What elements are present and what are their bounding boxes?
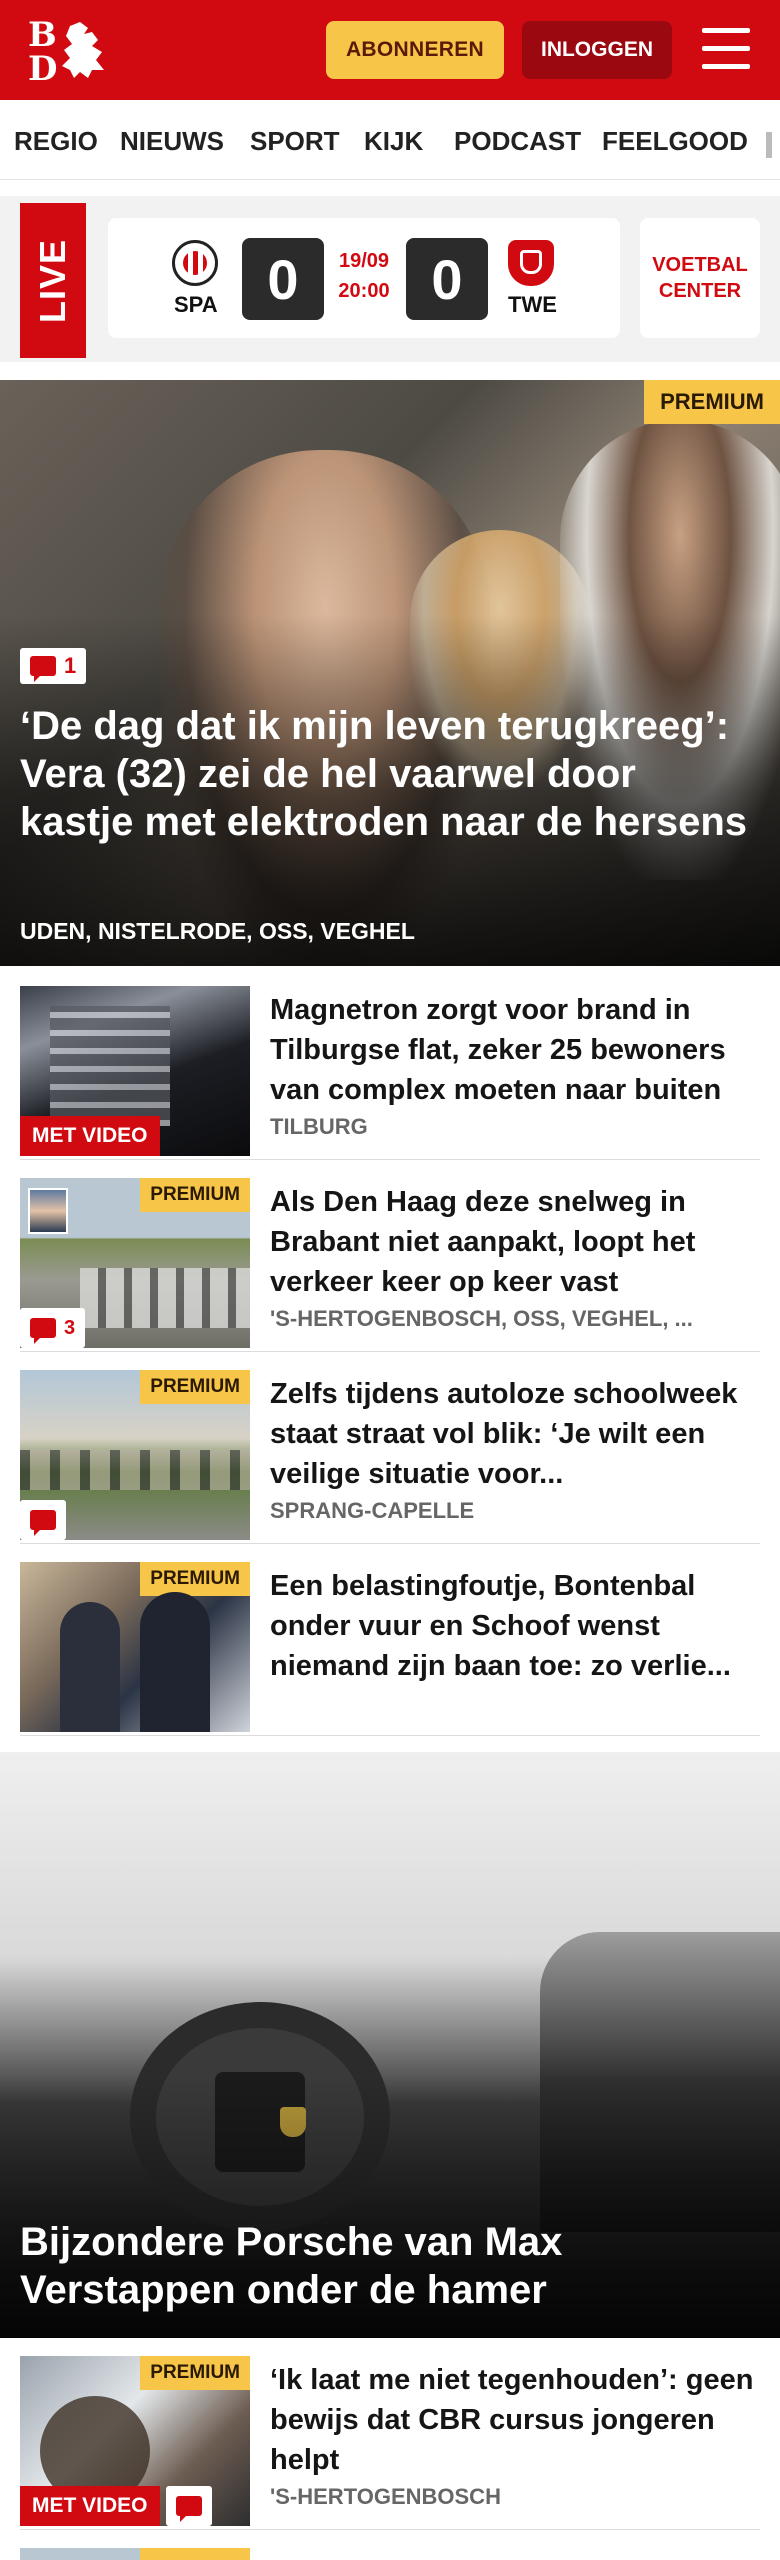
article-title[interactable]: ‘Ik laat me niet tegenhouden’: geen bewi…	[270, 2360, 760, 2480]
feature-article[interactable]: Bijzondere Porsche van Max Verstappen on…	[0, 1752, 780, 2338]
article-title[interactable]: Magnetron zorgt voor brand in Tilburgse …	[270, 990, 760, 1110]
section-nav: REGIO NIEUWS SPORT KIJK PODCAST FEELGOOD	[0, 100, 780, 180]
premium-badge: PREMIUM	[140, 2356, 250, 2390]
article-row[interactable]: PREMIUM Zelfs tijdens autoloze schoolwee…	[20, 1370, 760, 1544]
article-location: 'S-HERTOGENBOSCH, OSS, VEGHEL, ...	[270, 1306, 693, 1331]
article-title[interactable]: Zelfs tijdens autoloze schoolweek staat …	[270, 1374, 760, 1494]
logo-letter-b: B	[28, 15, 57, 55]
comment-badge	[20, 1500, 66, 1540]
article-thumbnail: PREMIUM MET VIDEO	[20, 2356, 250, 2526]
site-header: B D ABONNEREN INLOGGEN	[0, 0, 780, 100]
logo-letter-d: D	[28, 49, 58, 89]
comment-badge	[166, 2486, 212, 2526]
article-row[interactable]: MET VIDEO Magnetron zorgt voor brand in …	[20, 986, 760, 1160]
article-row[interactable]: PREMIUM Een belastingfoutje, Bontenbal o…	[20, 1562, 760, 1736]
feature-title[interactable]: Bijzondere Porsche van Max Verstappen on…	[20, 2218, 760, 2314]
nav-item-regio[interactable]: REGIO	[14, 126, 98, 157]
brand-logo[interactable]: B D	[22, 14, 112, 86]
article-thumbnail: PREMIUM 3	[20, 1178, 250, 1348]
nav-item-podcast[interactable]: PODCAST	[454, 126, 581, 157]
match-card[interactable]: SPA 0 19/09 20:00 0 TWE	[108, 218, 620, 338]
comment-icon	[30, 1510, 56, 1536]
live-label: LIVE	[32, 238, 73, 323]
premium-badge: PREMIUM	[644, 380, 780, 424]
home-score: 0	[242, 238, 324, 320]
away-score: 0	[406, 238, 488, 320]
article-title[interactable]: Als Den Haag deze snelweg in Brabant nie…	[270, 1182, 760, 1302]
author-avatar	[28, 1188, 68, 1234]
comment-count: 3	[64, 1316, 76, 1339]
comment-count: 1	[64, 653, 77, 678]
home-team-logo-icon	[172, 240, 218, 286]
logo-lion-icon	[62, 22, 104, 78]
hero-location: UDEN, NISTELRODE, OSS, VEGHEL	[20, 918, 415, 944]
comment-count-badge: 1	[20, 648, 87, 684]
nav-overflow-indicator	[766, 132, 772, 158]
nav-item-kijk[interactable]: KIJK	[364, 126, 423, 157]
comment-count-badge: 3	[20, 1308, 86, 1348]
away-team-name: TWE	[508, 292, 557, 317]
article-row[interactable]: PREMIUM MET VIDEO ‘Ik laat me niet tegen…	[20, 2356, 760, 2530]
match-time: 20:00	[338, 280, 390, 302]
voetbal-center-label-2: CENTER	[658, 280, 742, 302]
article-thumbnail: MET VIDEO	[20, 986, 250, 1156]
video-badge: MET VIDEO	[20, 2486, 160, 2526]
premium-badge: PREMIUM	[140, 1178, 250, 1212]
comment-icon	[176, 2496, 202, 2522]
video-badge: MET VIDEO	[20, 1116, 160, 1156]
next-article-thumbnail	[20, 2548, 250, 2560]
premium-badge-partial	[140, 2548, 250, 2560]
article-location: TILBURG	[270, 1114, 368, 1139]
nav-item-feelgood[interactable]: FEELGOOD	[602, 126, 748, 157]
voetbal-center-button[interactable]: VOETBAL CENTER	[640, 218, 760, 338]
article-location: SPRANG-CAPELLE	[270, 1498, 475, 1523]
nav-item-nieuws[interactable]: NIEUWS	[120, 126, 224, 157]
away-team-logo-icon	[508, 240, 554, 286]
article-location: 'S-HERTOGENBOSCH	[270, 2484, 501, 2509]
hero-article[interactable]: PREMIUM 1 ‘De dag dat ik mijn leven teru…	[0, 380, 780, 966]
article-thumbnail: PREMIUM	[20, 1562, 250, 1732]
login-button[interactable]: INLOGGEN	[522, 21, 672, 79]
premium-badge: PREMIUM	[140, 1370, 250, 1404]
match-date: 19/09	[338, 250, 390, 272]
video-label: MET VIDEO	[32, 2494, 148, 2517]
subscribe-button[interactable]: ABONNEREN	[326, 21, 504, 79]
live-tab[interactable]: LIVE	[20, 203, 86, 358]
premium-badge: PREMIUM	[140, 1562, 250, 1596]
article-title[interactable]: Een belastingfoutje, Bontenbal onder vuu…	[270, 1566, 760, 1686]
menu-icon[interactable]	[700, 26, 752, 72]
article-row[interactable]: PREMIUM 3 Als Den Haag deze snelweg in B…	[20, 1178, 760, 1352]
nav-item-sport[interactable]: SPORT	[250, 126, 340, 157]
comment-icon	[30, 656, 56, 682]
home-team-name: SPA	[174, 292, 218, 317]
article-thumbnail: PREMIUM	[20, 1370, 250, 1540]
hero-title[interactable]: ‘De dag dat ik mijn leven terugkreeg’: V…	[20, 702, 760, 846]
comment-icon	[30, 1318, 56, 1344]
voetbal-center-label-1: VOETBAL	[652, 254, 748, 276]
